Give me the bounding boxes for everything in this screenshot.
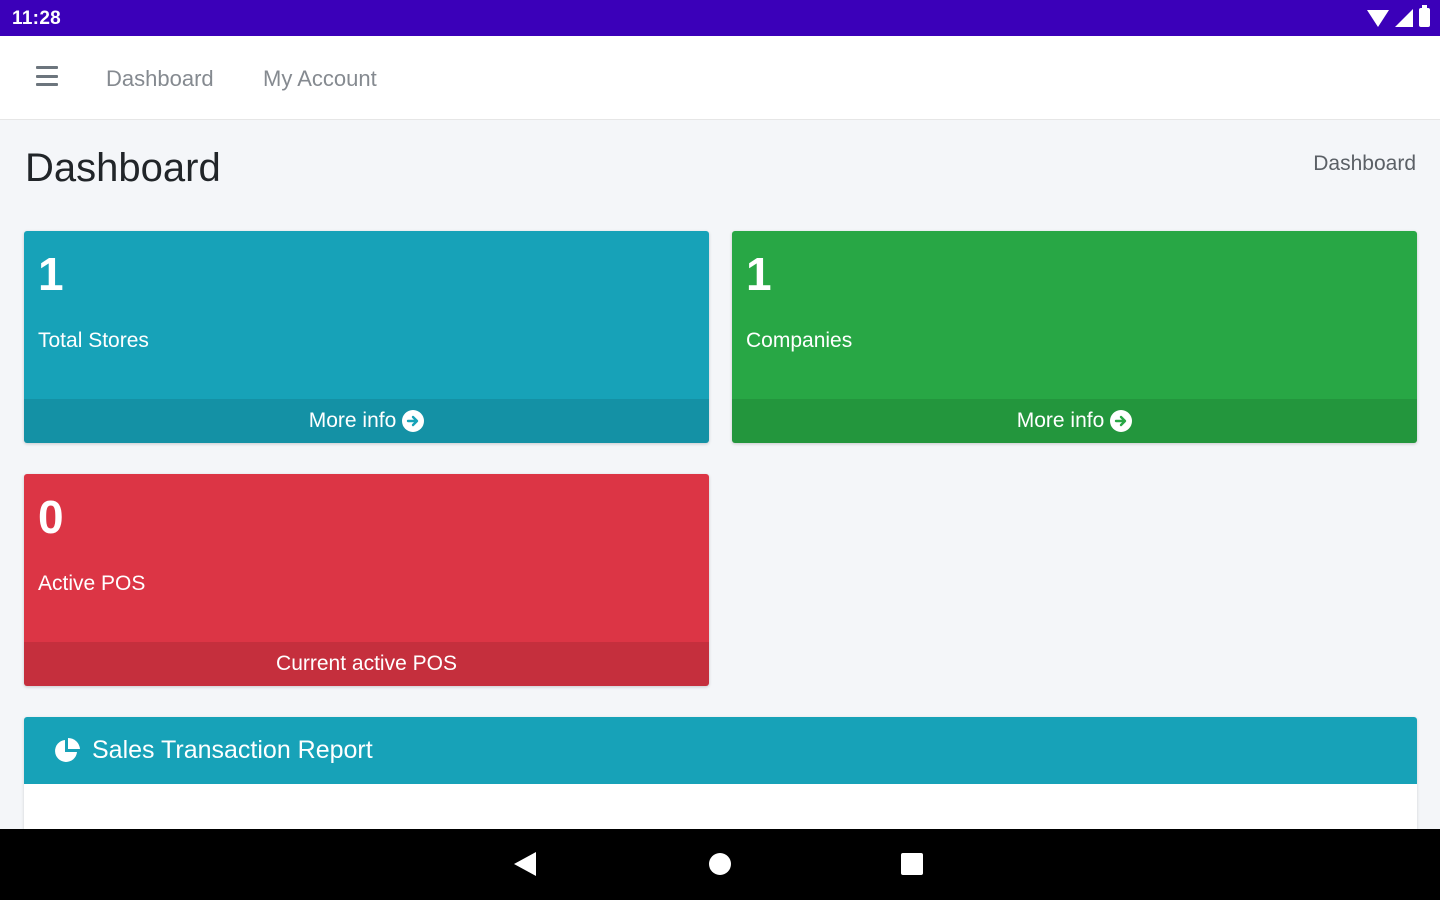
signal-icon xyxy=(1395,8,1413,27)
active-pos-label: Active POS xyxy=(38,572,146,595)
system-navigation-bar xyxy=(0,829,1440,900)
pie-chart-icon xyxy=(52,736,82,766)
current-active-pos-link[interactable]: Current active POS xyxy=(24,642,709,686)
total-stores-more-info-link[interactable]: More info xyxy=(24,399,709,443)
more-info-label: More info xyxy=(1016,409,1105,432)
recent-apps-icon[interactable] xyxy=(901,853,923,875)
back-icon[interactable] xyxy=(514,852,536,876)
status-time: 11:28 xyxy=(12,8,62,29)
companies-value: 1 xyxy=(746,248,772,300)
card-title: Sales Transaction Report xyxy=(92,736,373,764)
page-title: Dashboard xyxy=(25,146,221,190)
top-navbar: Dashboard My Account xyxy=(0,36,1440,120)
companies-label: Companies xyxy=(746,329,853,352)
active-pos-value: 0 xyxy=(38,491,64,543)
battery-icon xyxy=(1419,5,1430,27)
arrow-circle-right-icon xyxy=(1110,410,1133,432)
total-stores-value: 1 xyxy=(38,248,64,300)
nav-link-my-account[interactable]: My Account xyxy=(263,66,377,92)
breadcrumb[interactable]: Dashboard xyxy=(1313,152,1416,176)
total-stores-box: 1 Total Stores More info xyxy=(24,231,709,443)
current-active-pos-label: Current active POS xyxy=(276,652,457,675)
wifi-icon xyxy=(1367,9,1389,27)
companies-box: 1 Companies More info xyxy=(732,231,1417,443)
status-bar: 11:28 xyxy=(0,0,1440,36)
status-icons xyxy=(1367,5,1430,27)
companies-more-info-link[interactable]: More info xyxy=(732,399,1417,443)
nav-link-dashboard[interactable]: Dashboard xyxy=(106,66,214,92)
card-header: Sales Transaction Report xyxy=(24,717,1417,784)
home-icon[interactable] xyxy=(709,853,731,875)
menu-icon[interactable] xyxy=(36,66,58,86)
active-pos-box: 0 Active POS Current active POS xyxy=(24,474,709,686)
more-info-label: More info xyxy=(308,409,397,432)
total-stores-label: Total Stores xyxy=(38,329,149,352)
arrow-circle-right-icon xyxy=(402,410,425,432)
